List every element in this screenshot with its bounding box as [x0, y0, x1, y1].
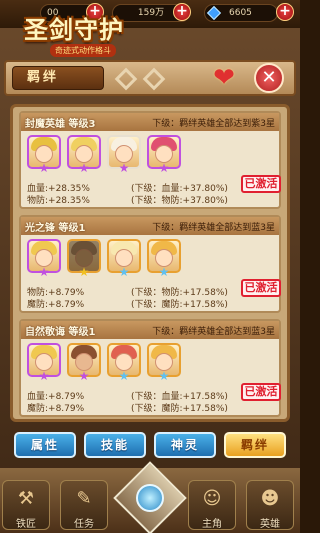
avatar-icon: ☺ [202, 488, 222, 509]
winged-heart-icon: ❤ [213, 63, 235, 93]
activated-badge: 已激活 [241, 175, 281, 193]
game-logo: 圣剑守护 奇迹式动作格斗 [20, 10, 130, 58]
tab-spirit[interactable]: 神灵 [154, 432, 216, 458]
bond-name: 封魔英雄 等级3 [25, 119, 96, 130]
tab-bonds[interactable]: 羁绊 [224, 432, 286, 458]
tab-skills[interactable]: 技能 [84, 432, 146, 458]
star-icon: ★ [38, 161, 50, 175]
logo-title: 圣剑守护 [24, 16, 124, 44]
nav-main-label: 主角 [202, 519, 222, 530]
bond-list-panel: 封魔英雄 等级3 下级：羁绊英雄全部达到紫3星 ★ ★ ★ ★ 血量:+28.3… [10, 104, 290, 422]
heroes-icon: ☻ [260, 488, 280, 509]
activated-badge: 已激活 [241, 279, 281, 297]
bond-requirement: 下级：羁绊英雄全部达到蓝3星 [152, 223, 275, 233]
bond-next-stat: (下级：魔防:+17.58%) [131, 404, 228, 414]
bond-card-1: 封魔英雄 等级3 下级：羁绊英雄全部达到紫3星 ★ ★ ★ ★ 血量:+28.3… [19, 111, 281, 209]
star-icon: ★ [158, 369, 170, 383]
star-icon: ★ [118, 161, 130, 175]
star-icon: ★ [118, 369, 130, 383]
logo-subtitle: 奇迹式动作格斗 [50, 44, 116, 57]
bond-stat: 物防:+28.35% [27, 196, 90, 206]
activated-badge: 已激活 [241, 383, 281, 401]
tab-attributes[interactable]: 属性 [14, 432, 76, 458]
bond-card-header: 自然敬诲 等级1 下级：羁绊英雄全部达到蓝3星 [21, 321, 279, 339]
bond-requirement: 下级：羁绊英雄全部达到紫3星 [152, 119, 275, 129]
star-icon: ★ [158, 161, 170, 175]
star-icon: ★ [158, 265, 170, 279]
star-icon: ★ [78, 161, 90, 175]
nav-blacksmith-label: 铁匠 [16, 519, 36, 530]
close-button[interactable]: ✕ [254, 63, 284, 93]
nav-quest-label: 任务 [74, 519, 94, 530]
game-screen: 00 + 159万 + 6605 + 圣剑守护 奇迹式动作格斗 羁绊 ❤ ✕ 封… [0, 0, 300, 533]
star-icon: ★ [78, 265, 90, 279]
star-icon: ★ [78, 369, 90, 383]
portal-orb-icon [136, 484, 164, 512]
scroll-icon: ✎ [76, 488, 92, 509]
star-icon: ★ [118, 265, 130, 279]
star-icon: ★ [38, 265, 50, 279]
star-icon: ★ [38, 369, 50, 383]
add-gems-button[interactable]: + [276, 3, 294, 21]
bond-stat: 魔防:+8.79% [27, 300, 85, 310]
bond-next-stat: (下级：魔防:+17.58%) [131, 300, 228, 310]
bond-name: 自然敬诲 等级1 [25, 327, 96, 338]
bond-stat: 魔防:+8.79% [27, 404, 85, 414]
diamond-ornament-icon [142, 67, 166, 91]
portal-button[interactable] [113, 461, 187, 533]
bond-card-header: 光之锋 等级1 下级：羁绊英雄全部达到蓝3星 [21, 217, 279, 235]
bond-name: 光之锋 等级1 [25, 223, 86, 234]
add-gold-button[interactable]: + [173, 3, 191, 21]
bond-card-2: 光之锋 等级1 下级：羁绊英雄全部达到蓝3星 ★ ★ ★ ★ 物防:+8.79%… [19, 215, 281, 313]
page-title: 羁绊 [12, 66, 104, 90]
diamond-ornament-icon [114, 67, 138, 91]
nav-heroes-label: 英雄 [260, 519, 280, 530]
bond-requirement: 下级：羁绊英雄全部达到蓝3星 [152, 327, 275, 337]
bond-card-header: 封魔英雄 等级3 下级：羁绊英雄全部达到紫3星 [21, 113, 279, 131]
page-header: 羁绊 ❤ ✕ [4, 60, 296, 96]
bond-card-3: 自然敬诲 等级1 下级：羁绊英雄全部达到蓝3星 ★ ★ ★ ★ 血量:+8.79… [19, 319, 281, 417]
bond-next-stat: (下级：物防:+37.80%) [131, 196, 228, 206]
anvil-icon: ⚒ [17, 488, 35, 509]
